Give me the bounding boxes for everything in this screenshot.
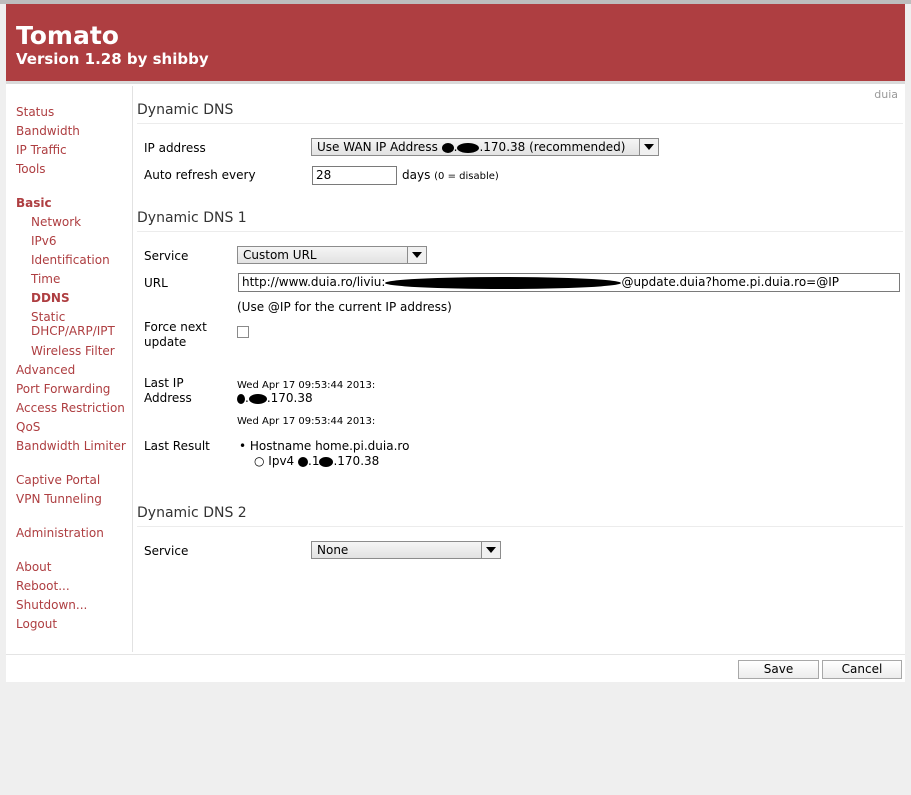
section-divider [137, 231, 903, 232]
sidebar-item-time[interactable]: Time [31, 272, 60, 286]
refresh-label: Auto refresh every [144, 168, 256, 182]
header-banner: Tomato Version 1.28 by shibby [6, 4, 905, 84]
ddns2-service-label: Service [144, 544, 189, 558]
last-result-label: Last Result [144, 439, 210, 453]
sidebar-item-static-line2: DHCP/ARP/IPT [31, 324, 115, 338]
sidebar-item-advanced[interactable]: Advanced [16, 363, 75, 377]
refresh-days-input[interactable]: 28 [312, 166, 397, 185]
ddns1-url-hint: (Use @IP for the current IP address) [237, 300, 452, 314]
sidebar-item-port-forwarding[interactable]: Port Forwarding [16, 382, 110, 396]
ip-address-select[interactable]: Use WAN IP Address . .170.38 (recommended… [311, 138, 659, 156]
footer-divider [6, 654, 905, 655]
section-divider [137, 526, 903, 527]
section-title-ddns1: Dynamic DNS 1 [137, 210, 247, 226]
sidebar-item-tools[interactable]: Tools [16, 162, 46, 176]
sidebar-item-static-dhcp[interactable]: Static DHCP/ARP/IPT [31, 310, 115, 338]
sidebar-item-bandwidth-limiter[interactable]: Bandwidth Limiter [16, 439, 126, 453]
chevron-down-icon [639, 139, 658, 155]
chevron-down-icon [481, 542, 500, 558]
sidebar-item-ip-traffic[interactable]: IP Traffic [16, 143, 67, 157]
ddns1-url-label: URL [144, 276, 168, 290]
sidebar-item-reboot[interactable]: Reboot... [16, 579, 70, 593]
last-result-list: • Hostname home.pi.duia.ro ○ Ipv4 .1.170… [239, 439, 409, 469]
sidebar-item-vpn-tunneling[interactable]: VPN Tunneling [16, 492, 102, 506]
refresh-unit: days [402, 168, 431, 182]
page-frame: Tomato Version 1.28 by shibby Status Ban… [6, 4, 905, 682]
sidebar-nav: Status Bandwidth IP Traffic Tools Basic … [6, 86, 133, 652]
redaction-mark [385, 276, 622, 289]
refresh-unit-row: days (0 = disable) [402, 168, 499, 184]
sidebar-item-ddns[interactable]: DDNS [31, 291, 70, 305]
refresh-hint: (0 = disable) [434, 171, 499, 182]
sidebar-item-bandwidth[interactable]: Bandwidth [16, 124, 80, 138]
sidebar-item-wireless-filter[interactable]: Wireless Filter [31, 344, 115, 358]
router-name: duia [874, 88, 898, 101]
redaction-mark [248, 393, 267, 404]
sidebar-item-shutdown[interactable]: Shutdown... [16, 598, 87, 612]
save-button[interactable]: Save [738, 660, 819, 679]
cancel-button[interactable]: Cancel [822, 660, 902, 679]
ddns1-url-input[interactable]: http://www.duia.ro/liviu: @update.duia?ho… [238, 273, 900, 292]
force-update-label: Force next update [144, 320, 207, 349]
last-ip-label: Last IP Address [144, 376, 192, 405]
app-version: Version 1.28 by shibby [16, 50, 209, 68]
ip-address-select-prefix: Use WAN IP Address [317, 140, 442, 154]
chevron-down-icon [407, 247, 426, 263]
last-result-time: Wed Apr 17 09:53:44 2013: [237, 416, 376, 427]
sidebar-item-logout[interactable]: Logout [16, 617, 57, 631]
ip-address-select-suffix: .170.38 (recommended) [479, 140, 626, 154]
sidebar-item-network[interactable]: Network [31, 215, 81, 229]
section-divider [137, 123, 903, 124]
sidebar-item-ipv6[interactable]: IPv6 [31, 234, 57, 248]
ip-address-label: IP address [144, 141, 206, 155]
sidebar-item-status[interactable]: Status [16, 105, 54, 119]
ddns2-service-value: None [317, 543, 349, 557]
ddns1-url-prefix: http://www.duia.ro/liviu: [242, 275, 386, 289]
sidebar-item-access-restriction[interactable]: Access Restriction [16, 401, 125, 415]
force-update-checkbox[interactable] [237, 326, 249, 338]
redaction-mark [237, 393, 245, 404]
sidebar-item-static-line1: Static [31, 310, 66, 324]
ddns1-service-value: Custom URL [243, 248, 317, 262]
section-title-ddns: Dynamic DNS [137, 102, 234, 118]
ddns2-service-select[interactable]: None [311, 541, 501, 559]
sidebar-item-administration[interactable]: Administration [16, 526, 104, 540]
last-ip-value: . .170.38 [237, 391, 313, 406]
list-item: ○ Ipv4 .1.170.38 [254, 454, 380, 468]
sidebar-item-basic[interactable]: Basic [16, 196, 52, 210]
redaction-mark [457, 142, 480, 153]
sidebar-item-identification[interactable]: Identification [31, 253, 110, 267]
sidebar-item-captive-portal[interactable]: Captive Portal [16, 473, 100, 487]
ddns1-url-suffix: @update.duia?home.pi.duia.ro=@IP [621, 275, 839, 289]
redaction-mark [441, 142, 454, 153]
sidebar-item-about[interactable]: About [16, 560, 51, 574]
redaction-mark [298, 456, 309, 467]
ddns1-service-select[interactable]: Custom URL [237, 246, 427, 264]
ddns1-service-label: Service [144, 249, 189, 263]
list-item: • Hostname home.pi.duia.ro [239, 439, 410, 453]
app-title: Tomato [16, 21, 119, 50]
redaction-mark [319, 456, 334, 467]
section-title-ddns2: Dynamic DNS 2 [137, 505, 247, 521]
sidebar-item-qos[interactable]: QoS [16, 420, 40, 434]
